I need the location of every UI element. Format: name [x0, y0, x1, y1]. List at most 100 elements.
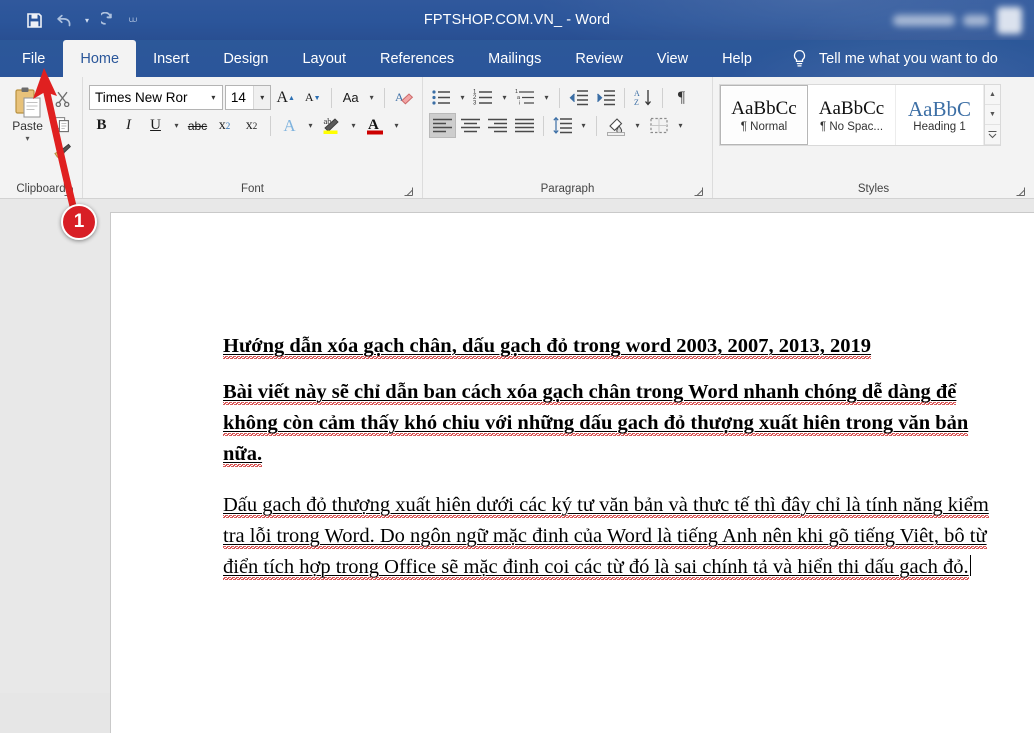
- font-row-1: Times New Ror ▾ 14 ▾ A▲ A▼ Aa ▾: [89, 85, 416, 110]
- font-dialog-launcher[interactable]: [403, 185, 414, 196]
- shading-caret[interactable]: ▾: [631, 113, 644, 138]
- font-color-caret[interactable]: ▾: [390, 113, 403, 138]
- ribbon-group-paragraph: ▾ 1 2 3 ▾ 1 a i: [422, 77, 712, 198]
- tab-help[interactable]: Help: [705, 40, 769, 77]
- align-right-button[interactable]: [485, 113, 510, 138]
- svg-text:A: A: [634, 89, 640, 98]
- tab-home[interactable]: Home: [63, 40, 136, 77]
- tab-layout[interactable]: Layout: [285, 40, 363, 77]
- clipboard-dialog-launcher[interactable]: [63, 185, 74, 196]
- line-spacing-caret[interactable]: ▾: [577, 113, 590, 138]
- numbering-button[interactable]: 1 2 3: [471, 85, 496, 110]
- text-cursor: [970, 555, 972, 576]
- text-effects-caret[interactable]: ▾: [304, 113, 317, 138]
- show-formatting-marks-button[interactable]: ¶: [669, 85, 694, 110]
- clear-formatting-button[interactable]: A: [391, 85, 416, 110]
- format-painter-button[interactable]: [51, 139, 75, 162]
- underline-caret[interactable]: ▾: [170, 113, 183, 138]
- paste-dropdown-caret[interactable]: ▾: [26, 135, 30, 143]
- tab-review[interactable]: Review: [558, 40, 640, 77]
- divider: [543, 116, 544, 136]
- shading-icon: [605, 116, 627, 136]
- shading-button[interactable]: [603, 113, 629, 138]
- styles-scroll-down-button[interactable]: ▼: [985, 105, 1000, 125]
- scissors-icon: [54, 90, 71, 107]
- divider: [662, 88, 663, 108]
- styles-scroll-up-button[interactable]: ▲: [985, 85, 1000, 105]
- document-body[interactable]: Hướng dẫn xóa gạch chân, dấu gạch đỏ tro…: [111, 213, 1034, 583]
- text-highlight-button[interactable]: ab: [319, 113, 345, 138]
- increase-indent-button[interactable]: [593, 85, 618, 110]
- account-name-blurred: [893, 15, 955, 26]
- change-case-caret[interactable]: ▾: [365, 85, 378, 110]
- superscript-button[interactable]: x2: [239, 113, 264, 138]
- paragraph-dialog-launcher[interactable]: [693, 185, 704, 196]
- copy-icon: [54, 116, 71, 133]
- align-left-button[interactable]: [429, 113, 456, 138]
- subscript-button[interactable]: x2: [212, 113, 237, 138]
- tab-mailings[interactable]: Mailings: [471, 40, 558, 77]
- font-name-input[interactable]: Times New Ror ▾: [89, 85, 223, 110]
- font-name-caret[interactable]: ▾: [205, 86, 222, 109]
- document-paragraph: Hướng dẫn xóa gạch chân, dấu gạch đỏ tro…: [223, 331, 999, 362]
- justify-button[interactable]: [512, 113, 537, 138]
- clear-formatting-icon: A: [393, 88, 414, 108]
- change-case-button[interactable]: Aa: [338, 85, 363, 110]
- style-name: ¶ No Spac...: [820, 121, 883, 133]
- styles-more-button[interactable]: [985, 125, 1000, 145]
- styles-gallery-scrollbar[interactable]: ▲ ▼: [985, 84, 1001, 146]
- shrink-font-button[interactable]: A▼: [300, 85, 325, 110]
- bullets-button[interactable]: [429, 85, 454, 110]
- numbering-caret[interactable]: ▾: [498, 85, 511, 110]
- multilevel-list-caret[interactable]: ▾: [540, 85, 553, 110]
- copy-button[interactable]: [51, 113, 75, 136]
- style-item-normal[interactable]: AaBbCc ¶ Normal: [720, 85, 808, 145]
- group-label-paragraph: Paragraph: [429, 180, 706, 198]
- group-label-clipboard: Clipboard: [6, 180, 76, 198]
- title-bar: ▾ ⩊ FPTSHOP.COM.VN_ - Word: [0, 0, 1034, 40]
- borders-caret[interactable]: ▾: [674, 113, 687, 138]
- avatar[interactable]: [997, 7, 1022, 34]
- decrease-indent-button[interactable]: [566, 85, 591, 110]
- font-color-icon: A: [364, 115, 386, 136]
- paste-button[interactable]: Paste ▾: [6, 82, 49, 180]
- format-painter-icon: [53, 142, 72, 159]
- multilevel-list-button[interactable]: 1 a i: [513, 85, 538, 110]
- styles-gallery: AaBbCc ¶ Normal AaBbCc ¶ No Spac... AaBb…: [719, 84, 985, 146]
- align-center-button[interactable]: [458, 113, 483, 138]
- cut-button[interactable]: [51, 87, 75, 110]
- line-spacing-button[interactable]: [550, 113, 575, 138]
- font-size-caret[interactable]: ▾: [253, 86, 270, 109]
- style-item-no-spacing[interactable]: AaBbCc ¶ No Spac...: [808, 85, 896, 145]
- highlight-caret[interactable]: ▾: [347, 113, 360, 138]
- font-color-button[interactable]: A: [362, 113, 388, 138]
- font-size-input[interactable]: 14 ▾: [225, 85, 271, 110]
- account-area[interactable]: [893, 0, 1022, 40]
- bold-button[interactable]: B: [89, 113, 114, 138]
- svg-text:Z: Z: [634, 98, 639, 107]
- document-workspace: Hướng dẫn xóa gạch chân, dấu gạch đỏ tro…: [0, 199, 1034, 693]
- tab-view[interactable]: View: [640, 40, 705, 77]
- document-page[interactable]: Hướng dẫn xóa gạch chân, dấu gạch đỏ tro…: [110, 212, 1034, 733]
- tab-insert[interactable]: Insert: [136, 40, 206, 77]
- decrease-indent-icon: [568, 88, 589, 107]
- styles-dialog-launcher[interactable]: [1015, 185, 1026, 196]
- italic-button[interactable]: I: [116, 113, 141, 138]
- tab-file[interactable]: File: [0, 40, 63, 77]
- align-center-icon: [460, 117, 481, 134]
- align-right-icon: [487, 117, 508, 134]
- strikethrough-button[interactable]: abc: [185, 113, 210, 138]
- sort-button[interactable]: A Z: [631, 85, 656, 110]
- ribbon-group-styles: AaBbCc ¶ Normal AaBbCc ¶ No Spac... AaBb…: [712, 77, 1034, 198]
- grow-font-button[interactable]: A▲: [273, 85, 298, 110]
- bullets-caret[interactable]: ▾: [456, 85, 469, 110]
- tab-design[interactable]: Design: [206, 40, 285, 77]
- borders-button[interactable]: [646, 113, 672, 138]
- tell-me-search[interactable]: Tell me what you want to do: [791, 40, 998, 77]
- tab-references[interactable]: References: [363, 40, 471, 77]
- text-effects-button[interactable]: A: [277, 113, 302, 138]
- underline-button[interactable]: U: [143, 113, 168, 138]
- divider: [384, 88, 385, 108]
- style-item-heading-1[interactable]: AaBbC Heading 1: [896, 85, 984, 145]
- borders-icon: [648, 116, 670, 135]
